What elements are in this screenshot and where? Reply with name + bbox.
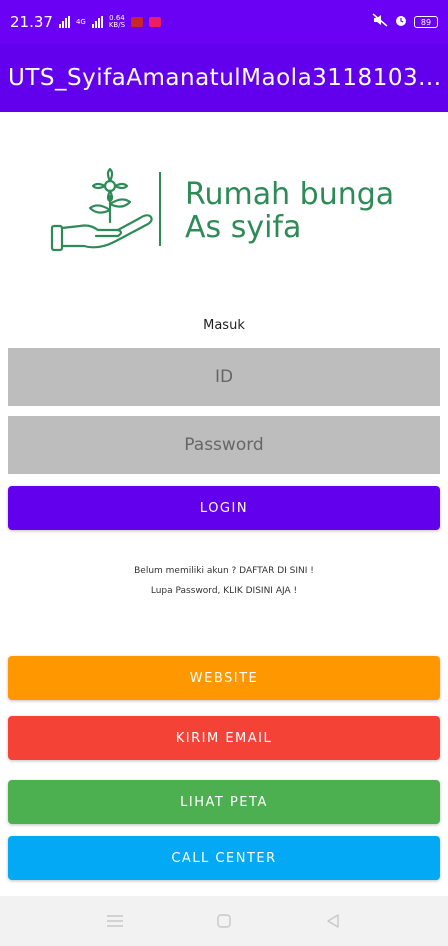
register-link[interactable]: Belum memiliki akun ? DAFTAR DI SINI ! <box>0 566 448 576</box>
battery-icon: 89 <box>414 16 438 28</box>
signal-icon <box>58 16 70 28</box>
app-bar: UTS_SyifaAmanatulMaola3118103... <box>0 44 448 112</box>
forgot-password-link[interactable]: Lupa Password, KLIK DISINI AJA ! <box>0 586 448 596</box>
alarm-icon <box>394 13 408 31</box>
net-speed-unit: KB/S <box>108 21 126 29</box>
website-button[interactable]: WEBSITE <box>8 656 440 700</box>
login-heading: Masuk <box>203 318 245 333</box>
instagram-icon <box>149 17 162 27</box>
call-center-button[interactable]: CALL CENTER <box>8 836 440 880</box>
view-map-button[interactable]: LIHAT PETA <box>8 780 440 824</box>
mute-icon <box>372 13 388 31</box>
brand-line-1: Rumah bunga <box>185 177 395 212</box>
home-nav-icon[interactable] <box>214 911 234 931</box>
brand-line-2: As syifa <box>185 210 302 245</box>
send-email-button[interactable]: KIRIM EMAIL <box>8 716 440 760</box>
status-time: 21.37 <box>10 13 53 31</box>
menu-nav-icon[interactable] <box>105 911 125 931</box>
status-left: 21.37 4G 0.64 KB/S <box>10 13 162 31</box>
brand-name: Rumah bunga As syifa <box>185 178 394 244</box>
password-input[interactable] <box>8 416 440 474</box>
login-button[interactable]: LOGIN <box>8 486 440 530</box>
id-input[interactable] <box>8 348 440 406</box>
net-speed: 0.64 KB/S <box>109 15 125 29</box>
app-title: UTS_SyifaAmanatulMaola3118103... <box>8 65 442 91</box>
signal-icon-2 <box>91 16 103 28</box>
status-right: 89 <box>372 13 438 31</box>
logo-divider <box>159 172 161 246</box>
notification-icon <box>131 17 144 27</box>
system-nav-bar <box>0 896 448 946</box>
net-type-label: 4G <box>75 17 86 26</box>
status-bar: 21.37 4G 0.64 KB/S 89 <box>0 0 448 44</box>
back-nav-icon[interactable] <box>323 911 343 931</box>
